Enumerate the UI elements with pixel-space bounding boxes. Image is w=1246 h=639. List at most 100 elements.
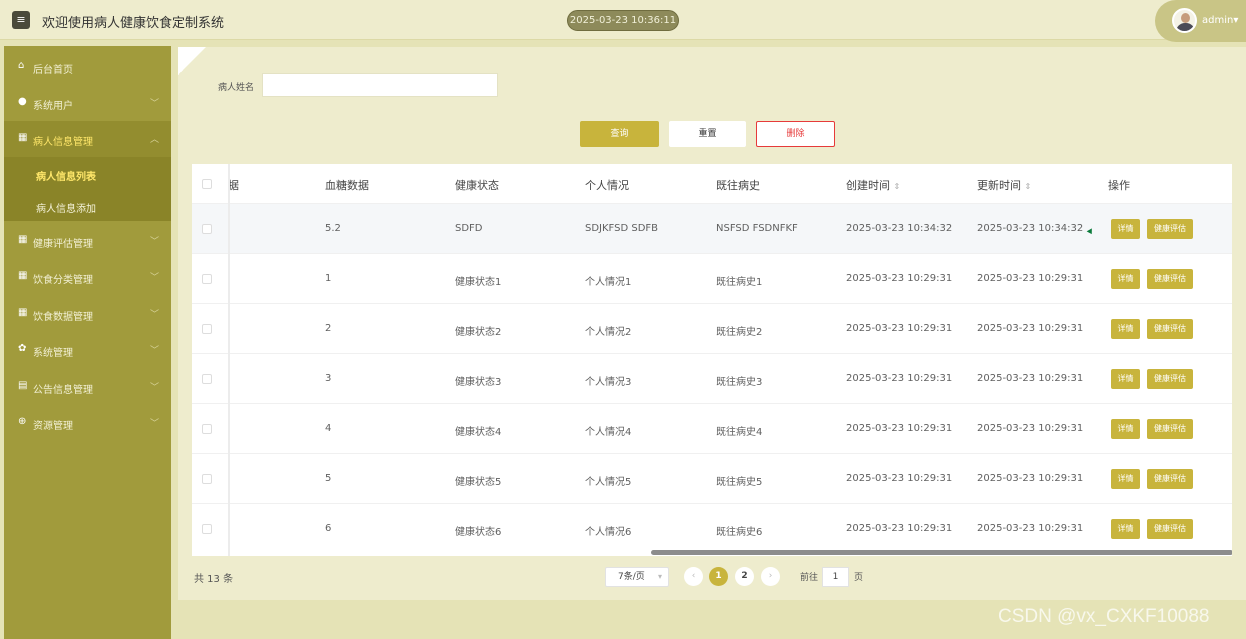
table-cell-created: 2025-03-23 10:29:31 [846, 373, 953, 384]
table-cell-updated: 2025-03-23 10:29:31 [977, 323, 1084, 334]
delete-button[interactable]: 删除 [756, 121, 835, 147]
prev-page-button[interactable]: ‹ [684, 567, 703, 586]
table-cell-history: 既往病史3 [716, 377, 763, 388]
row-checkbox[interactable] [202, 374, 212, 384]
query-button[interactable]: 查询 [580, 121, 659, 147]
next-page-button[interactable]: › [761, 567, 780, 586]
column-header-created[interactable]: 创建时间 ⇕ [846, 177, 900, 193]
table-cell-health: 健康状态1 [455, 277, 502, 288]
page-button-1[interactable]: 1 [709, 567, 728, 586]
grid-icon: ▦ [18, 270, 28, 281]
page-size-select[interactable]: 7条/页 ▾ [605, 567, 669, 587]
table-cell-blood-sugar: 4 [325, 423, 332, 434]
chevron-down-icon: ﹀ [150, 237, 160, 247]
table-cell-health: 健康状态3 [455, 377, 502, 388]
table-cell-created: 2025-03-23 10:29:31 [846, 523, 953, 534]
table-cell-history: 既往病史2 [716, 327, 763, 338]
sidebar-item-home[interactable]: ⌂ 后台首页 [4, 49, 171, 85]
fixed-column-divider [228, 164, 230, 556]
sort-icon[interactable]: ⇕ [1025, 182, 1032, 191]
table-cell-blood-sugar: 1 [325, 273, 332, 284]
hamburger-icon[interactable]: ≡ [12, 11, 30, 29]
detail-button[interactable]: 详情 [1111, 219, 1140, 239]
table-cell-personal: 个人情况6 [585, 527, 632, 538]
health-assess-button[interactable]: 健康评估 [1147, 269, 1193, 289]
table-row: 5 健康状态5 个人情况5 既往病史5 2025-03-23 10:29:31 2025-… [192, 453, 1232, 503]
sidebar-item-resources[interactable]: ⊕ 资源管理 ﹀ [4, 405, 171, 441]
chevron-down-icon: ﹀ [150, 419, 160, 429]
chevron-down-icon: ▾ [657, 572, 662, 581]
detail-button[interactable]: 详情 [1111, 319, 1140, 339]
avatar[interactable] [1172, 8, 1197, 33]
table-cell-history: 既往病史6 [716, 527, 763, 538]
table-cell-personal: 个人情况5 [585, 477, 632, 488]
sidebar-item-system-users[interactable]: ● 系统用户 ﹀ [4, 85, 171, 121]
table-cell-created: 2025-03-23 10:29:31 [846, 473, 953, 484]
detail-button[interactable]: 详情 [1111, 269, 1140, 289]
health-assess-button[interactable]: 健康评估 [1147, 219, 1193, 239]
row-checkbox[interactable] [202, 274, 212, 284]
table-row: 3 健康状态3 个人情况3 既往病史3 2025-03-23 10:29:31 2025-… [192, 353, 1232, 403]
health-assess-button[interactable]: 健康评估 [1147, 519, 1193, 539]
sidebar-item-announcements[interactable]: ▤ 公告信息管理 ﹀ [4, 369, 171, 405]
sidebar-item-patient-info[interactable]: ▦ 病人信息管理 ︿ [4, 121, 171, 157]
row-checkbox[interactable] [202, 224, 212, 234]
row-checkbox[interactable] [202, 524, 212, 534]
row-checkbox[interactable] [202, 424, 212, 434]
chevron-down-icon: ﹀ [150, 310, 160, 320]
detail-button[interactable]: 详情 [1111, 519, 1140, 539]
table-cell-personal: 个人情况4 [585, 427, 632, 438]
health-assess-button[interactable]: 健康评估 [1147, 469, 1193, 489]
goto-page-input[interactable]: 1 [822, 567, 849, 587]
sidebar-item-system-admin[interactable]: ✿ 系统管理 ﹀ [4, 332, 171, 368]
column-header: 既往病史 [716, 179, 760, 192]
user-icon: ● [18, 96, 27, 107]
row-checkbox[interactable] [202, 324, 212, 334]
table-cell-updated: 2025-03-23 10:34:32 [977, 223, 1084, 234]
select-all-checkbox[interactable] [202, 179, 212, 189]
user-menu[interactable]: admin▾ [1155, 0, 1246, 42]
sidebar-item-diet-data[interactable]: ▦ 饮食数据管理 ﹀ [4, 296, 171, 332]
chevron-down-icon: ﹀ [150, 383, 160, 393]
sort-icon[interactable]: ⇕ [894, 182, 901, 191]
user-name[interactable]: admin▾ [1202, 15, 1238, 26]
table-cell-health: 健康状态2 [455, 327, 502, 338]
watermark: CSDN @vx_CXKF10088 [998, 606, 1210, 627]
table-cell-updated: 2025-03-23 10:29:31 [977, 373, 1084, 384]
main-content: 病人姓名 查询 重置 删除 据 血糖数据 健康状态 个人情况 既往病史 创建时间… [178, 47, 1246, 600]
detail-button[interactable]: 详情 [1111, 419, 1140, 439]
column-header-updated[interactable]: 更新时间 ⇕ [977, 177, 1031, 193]
grid-icon: ▦ [18, 132, 28, 143]
table-cell-health: 健康状态6 [455, 527, 502, 538]
patient-name-input[interactable] [262, 73, 498, 97]
detail-button[interactable]: 详情 [1111, 469, 1140, 489]
table-cell-created: 2025-03-23 10:29:31 [846, 273, 953, 284]
row-checkbox[interactable] [202, 474, 212, 484]
chevron-down-icon: ﹀ [150, 346, 160, 356]
patient-name-label: 病人姓名 [218, 83, 255, 93]
detail-button[interactable]: 详情 [1111, 369, 1140, 389]
table-row: 1 健康状态1 个人情况1 既往病史1 2025-03-23 10:29:31 2025-… [192, 253, 1232, 303]
sidebar-subitem-patient-list[interactable]: 病人信息列表 [36, 168, 96, 183]
sidebar-item-health-assessment[interactable]: ▦ 健康评估管理 ﹀ [4, 223, 171, 259]
table-row: 6 健康状态6 个人情况6 既往病史6 2025-03-23 10:29:31 2025-… [192, 503, 1232, 553]
table-cell-personal: 个人情况2 [585, 327, 632, 338]
sidebar-item-label: 健康评估管理 [33, 239, 93, 250]
table-cell-blood-sugar: 5.2 [325, 223, 341, 234]
grid-icon: ▦ [18, 307, 28, 318]
column-header: 操作 [1108, 179, 1130, 192]
page-button-2[interactable]: 2 [735, 567, 754, 586]
home-icon: ⌂ [18, 60, 25, 71]
health-assess-button[interactable]: 健康评估 [1147, 369, 1193, 389]
reset-button[interactable]: 重置 [669, 121, 746, 147]
chevron-down-icon: ﹀ [150, 99, 160, 109]
table-cell-history: NSFSD FSDNFKF [716, 223, 798, 234]
table-cell-personal: 个人情况1 [585, 277, 632, 288]
horizontal-scrollbar[interactable] [651, 550, 1232, 555]
sidebar-item-diet-category[interactable]: ▦ 饮食分类管理 ﹀ [4, 259, 171, 295]
total-count: 共 13 条 [194, 574, 234, 585]
health-assess-button[interactable]: 健康评估 [1147, 319, 1193, 339]
health-assess-button[interactable]: 健康评估 [1147, 419, 1193, 439]
table-row: 5.2 SDFD SDJKFSD SDFB NSFSD FSDNFKF 2025-03-… [192, 203, 1232, 253]
sidebar-subitem-patient-add[interactable]: 病人信息添加 [36, 200, 96, 215]
